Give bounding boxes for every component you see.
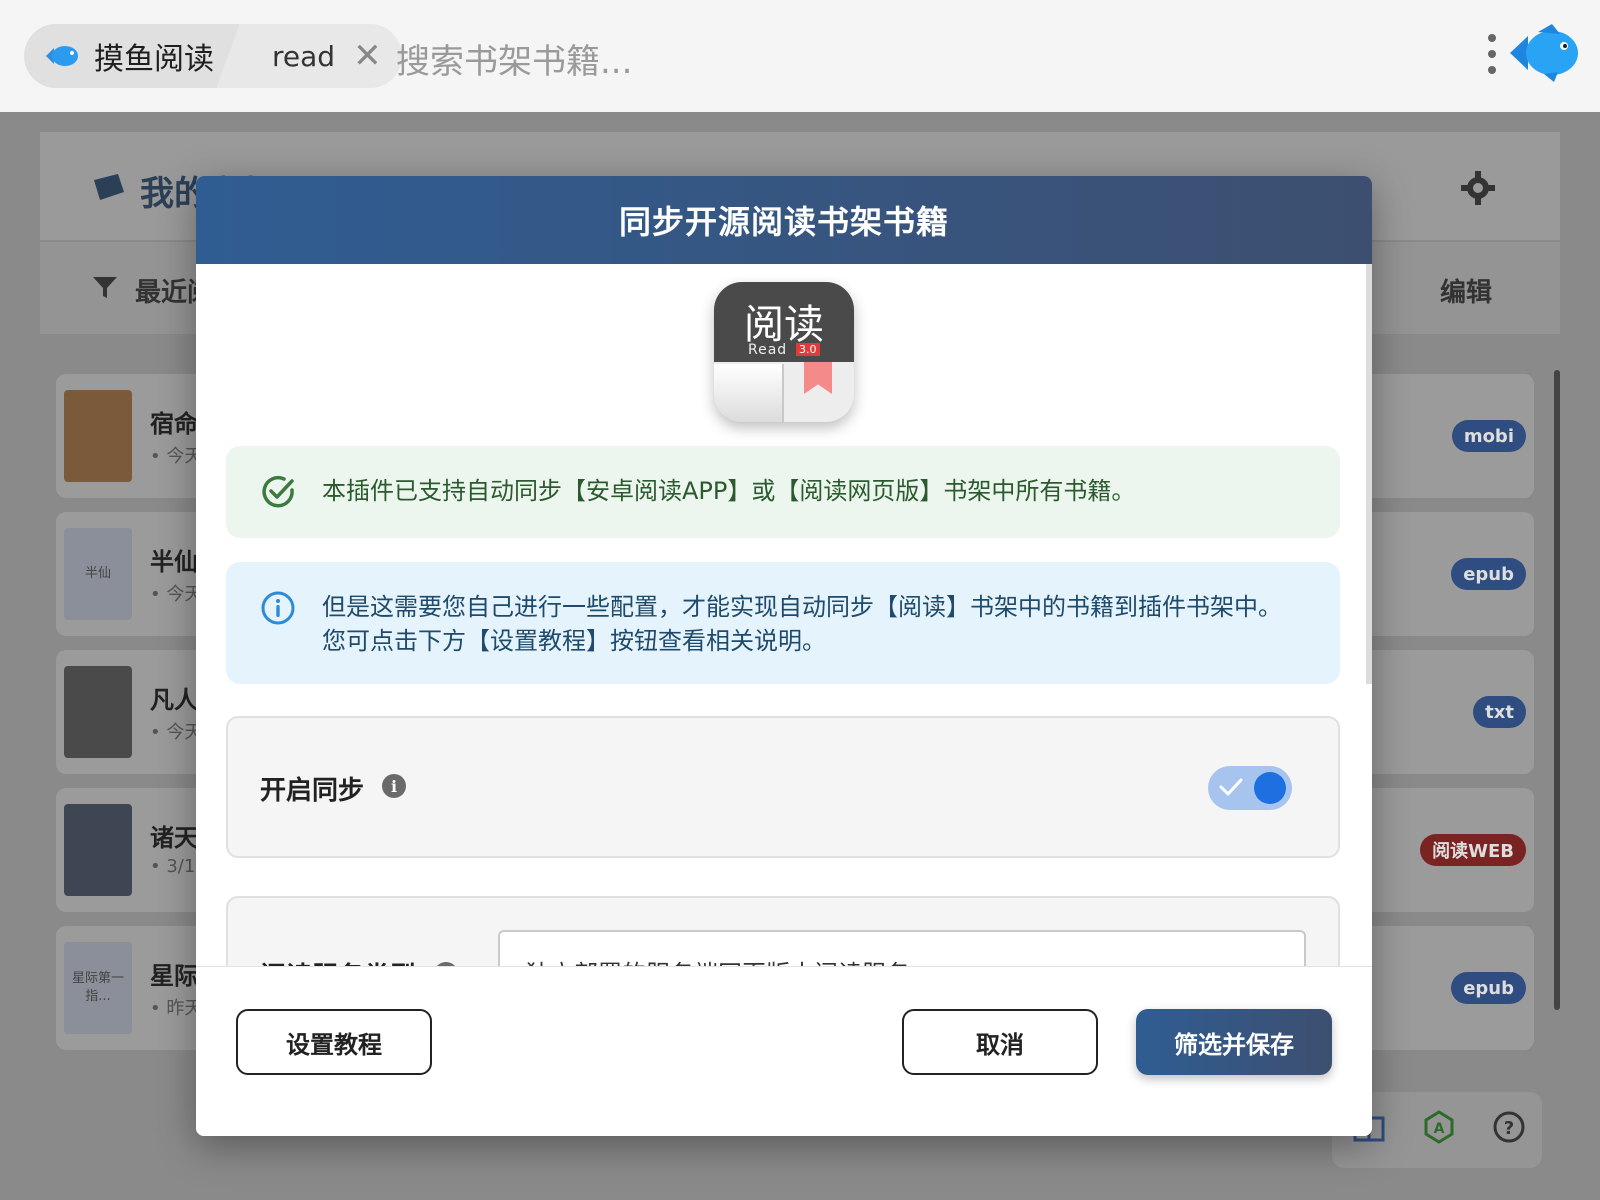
shelf-scrollbar[interactable]: [1554, 370, 1560, 1010]
more-menu-icon[interactable]: [1488, 34, 1496, 74]
book-meta: • 昨天: [150, 998, 203, 1019]
book-cover: 星际第一指...: [64, 942, 132, 1034]
format-badge: epub: [1451, 972, 1526, 1004]
top-bar: 摸鱼阅读 read ✕ 搜索书架书籍...: [0, 0, 1600, 112]
svg-text:?: ?: [1504, 1118, 1514, 1139]
format-badge: epub: [1451, 558, 1526, 590]
tab-group: 摸鱼阅读 read ✕: [24, 24, 402, 88]
sync-info-icon[interactable]: i: [382, 774, 406, 798]
format-badge: txt: [1473, 696, 1526, 728]
success-alert-text: 本插件已支持自动同步【安卓阅读APP】或【阅读网页版】书架中所有书籍。: [322, 477, 1136, 505]
cancel-button[interactable]: 取消: [902, 1009, 1098, 1075]
book-cover: 半仙: [64, 528, 132, 620]
info-circle-icon: [260, 590, 296, 635]
book-meta: • 今天: [150, 584, 203, 605]
toggle-knob: [1254, 772, 1286, 804]
format-badge: 阅读WEB: [1420, 834, 1526, 866]
close-icon[interactable]: ✕: [353, 39, 382, 73]
read-tab-label: read: [272, 39, 336, 73]
dialog-scrollbar[interactable]: [1366, 264, 1372, 684]
edit-button[interactable]: 编辑: [1440, 272, 1492, 309]
info-alert-text: 但是这需要您自己进行一些配置，才能实现自动同步【阅读】书架中的书籍到插件书架中。…: [322, 593, 1282, 655]
dialog-title: 同步开源阅读书架书籍: [196, 176, 1372, 264]
read-app-logo: 阅读 Read 3.0: [714, 282, 854, 422]
fish-logo-icon: [42, 41, 80, 71]
bookmark-icon: [804, 362, 832, 394]
fish-mascot-icon[interactable]: [1508, 22, 1580, 88]
gear-icon[interactable]: [1460, 170, 1496, 210]
book-title: 凡人: [150, 686, 198, 714]
format-badge: mobi: [1451, 420, 1526, 452]
book-cover: [64, 390, 132, 482]
app-tab[interactable]: 摸鱼阅读: [24, 24, 236, 88]
logo-version: 3.0: [796, 343, 820, 356]
filter-save-button[interactable]: 筛选并保存: [1136, 1009, 1332, 1075]
svg-text:A: A: [1434, 1121, 1445, 1137]
book-meta: • 今天: [150, 446, 203, 467]
tutorial-button[interactable]: 设置教程: [236, 1009, 432, 1075]
sync-dialog: 同步开源阅读书架书籍 阅读 Read 3.0 本插件已支持自动同步【安卓阅读AP…: [196, 176, 1372, 1136]
book-cover: [64, 804, 132, 896]
app-tab-label: 摸鱼阅读: [94, 42, 214, 77]
logo-sub: Read: [748, 342, 788, 358]
font-settings-icon[interactable]: A: [1422, 1110, 1456, 1148]
success-alert: 本插件已支持自动同步【安卓阅读APP】或【阅读网页版】书架中所有书籍。: [226, 446, 1340, 538]
sync-toggle[interactable]: [1208, 766, 1292, 810]
read-tab[interactable]: read ✕: [242, 24, 402, 88]
book-title: 半仙: [150, 548, 198, 576]
book-title: 星际: [150, 962, 198, 990]
info-alert: 但是这需要您自己进行一些配置，才能实现自动同步【阅读】书架中的书籍到插件书架中。…: [226, 562, 1340, 684]
check-circle-icon: [260, 474, 296, 519]
filter-icon[interactable]: [92, 276, 118, 304]
book-title: 诸天: [150, 824, 198, 852]
check-icon: [1218, 774, 1244, 804]
graduation-cap-icon: [92, 172, 126, 206]
sync-setting-card: 开启同步 i: [226, 716, 1340, 858]
dialog-footer: 设置教程 取消 筛选并保存: [196, 966, 1372, 1136]
search-input[interactable]: 搜索书架书籍...: [396, 34, 632, 83]
book-cover: [64, 666, 132, 758]
help-icon[interactable]: ?: [1492, 1110, 1526, 1148]
sync-label: 开启同步: [260, 776, 365, 806]
book-meta: • 今天: [150, 722, 203, 743]
